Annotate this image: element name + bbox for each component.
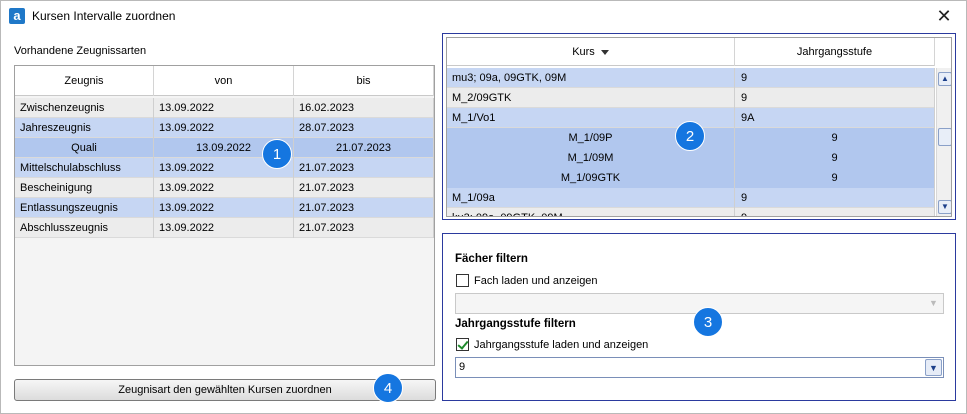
cell-zeugnis: Mittelschulabschluss: [15, 158, 154, 178]
callout-badge-1: 1: [262, 139, 292, 169]
cell-zeugnis: Zwischenzeugnis: [15, 98, 154, 118]
cell-von: 13.09.2022: [154, 98, 294, 118]
jahrgang-checkbox-label: Jahrgangsstufe laden und anzeigen: [474, 338, 649, 351]
cell-von: 13.09.2022: [154, 118, 294, 138]
cell-stufe: 9: [735, 208, 935, 216]
cell-kurs: M_1/09a: [447, 188, 735, 208]
cell-zeugnis: Jahreszeugnis: [15, 118, 154, 138]
courses-scrollbar[interactable]: ▲ ▼: [936, 68, 951, 216]
cell-kurs: M_2/09GTK: [447, 88, 735, 108]
fach-checkbox[interactable]: [456, 274, 469, 287]
cell-zeugnis: Abschlusszeugnis: [15, 218, 154, 238]
table-row[interactable]: Entlassungszeugnis 13.09.2022 21.07.2023: [15, 198, 434, 218]
app-logo-icon: a: [9, 8, 25, 24]
callout-badge-4: 4: [373, 373, 403, 403]
table-row[interactable]: M_1/09a 9: [447, 188, 935, 208]
chevron-down-icon[interactable]: ▼: [925, 359, 942, 376]
cell-zeugnis: Entlassungszeugnis: [15, 198, 154, 218]
cell-kurs: mu3; 09a, 09GTK, 09M: [447, 68, 735, 88]
callout-badge-2: 2: [675, 121, 705, 151]
column-header-jahrgangsstufe[interactable]: Jahrgangsstufe: [735, 38, 935, 66]
scroll-down-icon[interactable]: ▼: [938, 200, 951, 214]
title-bar: a Kursen Intervalle zuordnen ✕: [1, 1, 966, 32]
grade-filter-heading: Jahrgangsstufe filtern: [455, 318, 576, 330]
courses-grid-header: Kurs Jahrgangsstufe: [447, 38, 935, 66]
cell-bis: 21.07.2023: [294, 158, 434, 178]
cell-stufe: 9A: [735, 108, 935, 128]
cell-stufe: 9: [735, 188, 935, 208]
cell-zeugnis: Bescheinigung: [15, 178, 154, 198]
jahrgang-checkbox-row[interactable]: Jahrgangsstufe laden und anzeigen: [456, 338, 648, 351]
cell-zeugnis: Quali: [15, 138, 154, 158]
scroll-thumb[interactable]: [938, 128, 951, 146]
cell-kurs: M_1/09GTK: [447, 168, 735, 188]
table-row[interactable]: Abschlusszeugnis 13.09.2022 21.07.2023: [15, 218, 434, 238]
cell-bis: 21.07.2023: [294, 138, 434, 158]
existing-report-types-label: Vorhandene Zeugnissarten: [14, 45, 147, 57]
cell-von: 13.09.2022: [154, 218, 294, 238]
cell-von: 13.09.2022: [154, 198, 294, 218]
cell-bis: 21.07.2023: [294, 198, 434, 218]
table-row[interactable]: Quali 13.09.2022 21.07.2023: [15, 138, 434, 158]
table-row[interactable]: ku3; 09a, 09GTK, 09M9: [447, 208, 935, 216]
cell-bis: 21.07.2023: [294, 178, 434, 198]
sort-descending-icon: [600, 49, 609, 55]
cell-kurs: M_1/09M: [447, 148, 735, 168]
table-row[interactable]: Mittelschulabschluss 13.09.2022 21.07.2023: [15, 158, 434, 178]
column-header-kurs-label: Kurs: [572, 46, 595, 58]
scroll-up-icon[interactable]: ▲: [938, 72, 951, 86]
callout-badge-3: 3: [693, 307, 723, 337]
cell-stufe: 9: [735, 68, 935, 88]
table-row[interactable]: Bescheinigung 13.09.2022 21.07.2023: [15, 178, 434, 198]
jahrgang-select-value: 9: [459, 361, 466, 373]
table-row[interactable]: mu3; 09a, 09GTK, 09M 9: [447, 68, 935, 88]
cell-stufe: 9: [735, 148, 935, 168]
subject-filter-heading: Fächer filtern: [455, 253, 528, 265]
course-subrow[interactable]: M_1/09M 9: [447, 148, 935, 168]
cell-kurs: ku3; 09a, 09GTK, 09M: [447, 208, 735, 216]
table-row[interactable]: Zwischenzeugnis 13.09.2022 16.02.2023: [15, 98, 434, 118]
chevron-down-icon[interactable]: ▼: [925, 295, 942, 312]
jahrgang-select[interactable]: 9 ▼: [455, 357, 944, 378]
fach-checkbox-row[interactable]: Fach laden und anzeigen: [456, 274, 598, 287]
table-row[interactable]: Jahreszeugnis 13.09.2022 28.07.2023: [15, 118, 434, 138]
cell-stufe: 9: [735, 168, 935, 188]
cell-stufe: 9: [735, 128, 935, 148]
close-button[interactable]: ✕: [922, 1, 966, 32]
cell-bis: 21.07.2023: [294, 218, 434, 238]
grid-header: Zeugnis von bis: [15, 66, 434, 96]
column-header-zeugnis[interactable]: Zeugnis: [15, 66, 154, 96]
cell-bis: 28.07.2023: [294, 118, 434, 138]
column-header-bis[interactable]: bis: [294, 66, 434, 96]
jahrgang-checkbox[interactable]: [456, 338, 469, 351]
cell-stufe: 9: [735, 88, 935, 108]
course-subrow[interactable]: M_1/09GTK 9: [447, 168, 935, 188]
table-row[interactable]: M_2/09GTK 9: [447, 88, 935, 108]
fach-checkbox-label: Fach laden und anzeigen: [474, 274, 598, 287]
column-header-von[interactable]: von: [154, 66, 294, 96]
window-title: Kursen Intervalle zuordnen: [32, 9, 176, 23]
cell-bis: 16.02.2023: [294, 98, 434, 118]
report-types-grid[interactable]: Zeugnis von bis Zwischenzeugnis 13.09.202…: [14, 65, 435, 366]
column-header-kurs[interactable]: Kurs: [447, 38, 735, 66]
cell-von: 13.09.2022: [154, 178, 294, 198]
dialog-window: a Kursen Intervalle zuordnen ✕ Vorhanden…: [0, 0, 967, 414]
grid-body: Zwischenzeugnis 13.09.2022 16.02.2023 Jahre…: [15, 98, 434, 238]
